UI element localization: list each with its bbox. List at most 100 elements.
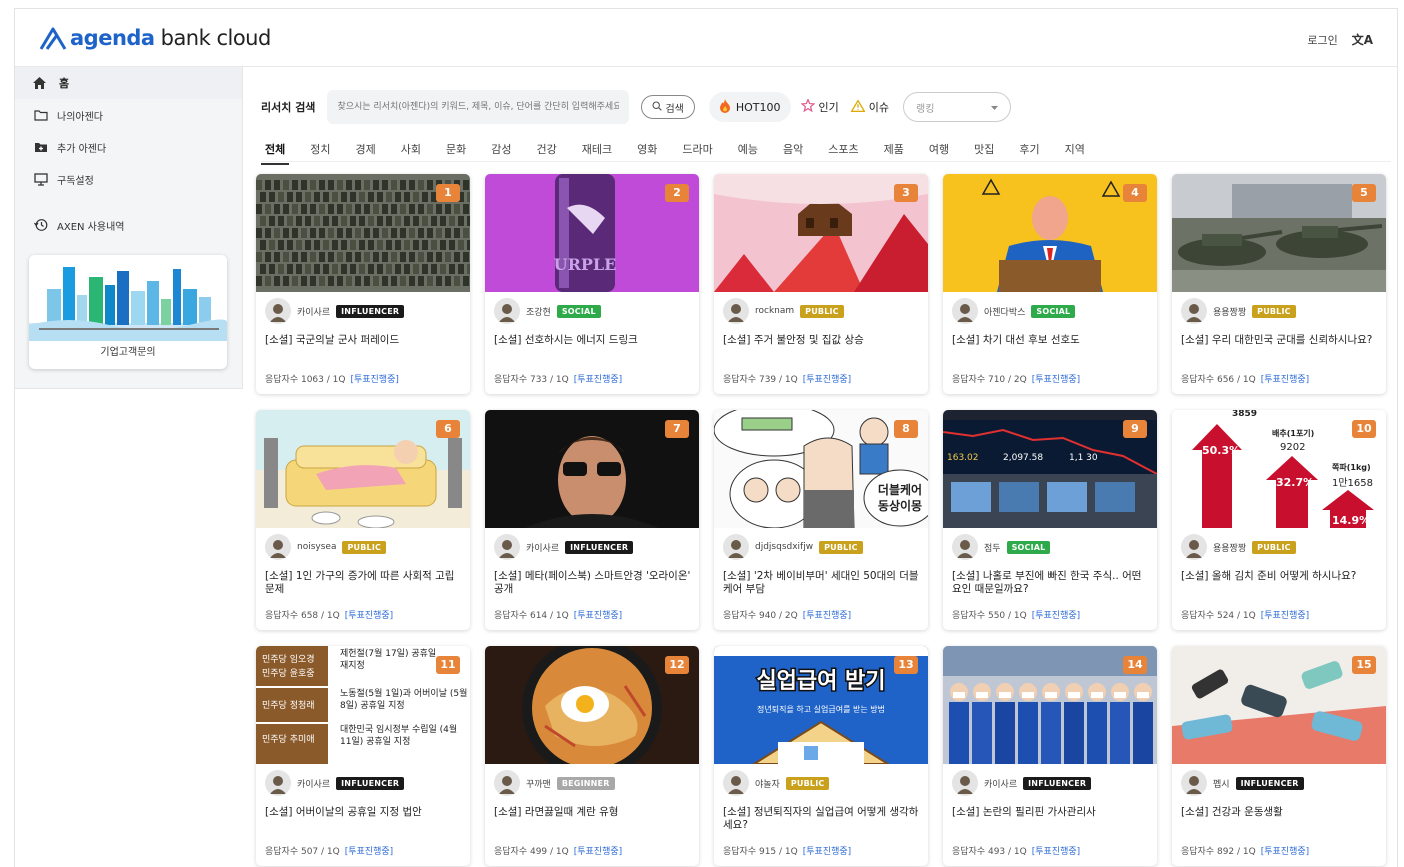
search-input[interactable] xyxy=(327,90,630,124)
agenda-title[interactable]: [소셜] 건강과 운동생활 xyxy=(1181,806,1379,834)
author-avatar xyxy=(723,534,749,560)
agenda-card[interactable]: 7 카이사르 INFLUENCER [소셜] 메타(페이스북) 스마트안경 '오… xyxy=(485,410,699,630)
filter-issue[interactable]: 이슈 xyxy=(850,98,889,115)
login-link[interactable]: 로그인 xyxy=(1307,32,1337,48)
agenda-title[interactable]: [소셜] 우리 대한민국 군대를 신뢰하시나요? xyxy=(1181,334,1379,362)
agenda-card[interactable]: 163.02 2,097.58 1,1 30 9 점두 SOCIAL [소셜] 나홀… xyxy=(943,410,1157,630)
author-avatar xyxy=(1181,770,1207,796)
agenda-title[interactable]: [소셜] 국군의날 군사 퍼레이드 xyxy=(265,334,463,362)
sidebar-item-add-agenda[interactable]: 추가 아젠다 xyxy=(15,131,242,163)
filter-popular[interactable]: 인기 xyxy=(799,97,839,115)
agenda-title[interactable]: [소셜] 논란의 필리핀 가사관리사 xyxy=(952,806,1150,834)
author-name[interactable]: 카이사르 xyxy=(984,777,1017,790)
agenda-stats: 응답자수 507 / 1Q [투표진행중] xyxy=(265,844,393,857)
agenda-title[interactable]: [소셜] 라면끓일때 계란 유형 xyxy=(494,806,692,834)
author-name[interactable]: 카이사르 xyxy=(526,541,559,554)
author-avatar xyxy=(952,534,978,560)
author-name[interactable]: 펩시 xyxy=(1213,777,1230,790)
agenda-card[interactable]: 15 펩시 INFLUENCER [소셜] 건강과 운동생활 응답자수 892 … xyxy=(1172,646,1386,866)
author-name[interactable]: 카이사르 xyxy=(297,777,330,790)
agenda-thumbnail: 5 xyxy=(1172,174,1386,292)
agenda-card[interactable]: 더블케어 동상이몽 8 djdjsqsdxifjw PUBLIC [소셜] '2차… xyxy=(714,410,928,630)
agenda-stats: 응답자수 733 / 1Q [투표진행중] xyxy=(494,372,622,385)
agenda-card[interactable]: 5 용용짱짱 PUBLIC [소셜] 우리 대한민국 군대를 신뢰하시나요? 응… xyxy=(1172,174,1386,394)
agenda-card[interactable]: 1 카이사르 INFLUENCER [소셜] 국군의날 군사 퍼레이드 응답자수… xyxy=(256,174,470,394)
sidebar-item-home[interactable]: 홈 xyxy=(15,67,242,99)
author-avatar xyxy=(952,298,978,324)
agenda-card[interactable]: 12 꾸까맨 BEGINNER [소셜] 라면끓일때 계란 유형 응답자수 49… xyxy=(485,646,699,866)
agenda-card[interactable]: 6 noisysea PUBLIC [소셜] 1인 가구의 증가에 따른 사회적… xyxy=(256,410,470,630)
search-button[interactable]: 검색 xyxy=(641,95,695,119)
vote-status-link[interactable]: [투표진행중] xyxy=(803,611,851,621)
agenda-card-grid: 1 카이사르 INFLUENCER [소셜] 국군의날 군사 퍼레이드 응답자수… xyxy=(256,174,1396,866)
brand-logo[interactable]: agenda bank cloud xyxy=(39,23,271,53)
author-name[interactable]: 점두 xyxy=(984,541,1001,554)
ranking-select[interactable]: 랭킹 xyxy=(903,92,1011,122)
agenda-title[interactable]: [소셜] 선호하시는 에너지 드링크 xyxy=(494,334,692,362)
vote-status-link[interactable]: [투표진행중] xyxy=(574,375,622,385)
agenda-title[interactable]: [소셜] 나홀로 부진에 빠진 한국 주식.. 어떤 요인 때문일까요? xyxy=(952,570,1150,598)
sidebar-home-label: 홈 xyxy=(59,77,70,90)
app-frame: agenda bank cloud 로그인 文A 홈 나의아젠다 추가 아젠다 … xyxy=(14,8,1398,867)
agenda-stats: 응답자수 524 / 1Q [투표진행중] xyxy=(1181,608,1309,621)
vote-status-link[interactable]: [투표진행중] xyxy=(1032,847,1080,857)
agenda-title[interactable]: [소셜] '2차 베이비부머' 세대인 50대의 더블케어 부담 xyxy=(723,570,921,598)
author-name[interactable]: 꾸까맨 xyxy=(526,777,551,790)
vote-status-link[interactable]: [투표진행중] xyxy=(803,847,851,857)
sidebar-item-subscription[interactable]: 구독설정 xyxy=(15,163,242,195)
agenda-thumbnail: 6 xyxy=(256,410,470,528)
agenda-card[interactable]: 실업급여 받기 정년퇴직을 하고 실업급여를 받는 방법 13 야놀자 PUBLI… xyxy=(714,646,928,866)
agenda-stats: 응답자수 550 / 1Q [투표진행중] xyxy=(952,608,1080,621)
agenda-card[interactable]: 3 rocknam PUBLIC [소셜] 주거 불안정 및 집값 상승 응답자… xyxy=(714,174,928,394)
agenda-card[interactable]: 4 아젠다박스 SOCIAL [소셜] 차기 대선 후보 선호도 응답자수 71… xyxy=(943,174,1157,394)
agenda-card[interactable]: 3859 배추(1포기) 50.3% 9202 쪽파(1kg) 32.7% 1만1658 14… xyxy=(1172,410,1386,630)
agenda-thumbnail: 민주당 임오경 민주당 윤호중 민주당 정청래 민주당 추미애 제헌절(7월 17일) … xyxy=(256,646,470,764)
svg-text:163.02: 163.02 xyxy=(947,453,979,463)
vote-status-link[interactable]: [투표진행중] xyxy=(1032,375,1080,385)
author-name[interactable]: 아젠다박스 xyxy=(984,305,1025,318)
author-tier-badge: INFLUENCER xyxy=(336,776,405,790)
filter-hot100[interactable]: HOT100 xyxy=(708,92,791,122)
agenda-title[interactable]: [소셜] 1인 가구의 증가에 따른 사회적 고립 문제 xyxy=(265,570,463,598)
agenda-card[interactable]: 14 카이사르 INFLUENCER [소셜] 논란의 필리핀 가사관리사 응답… xyxy=(943,646,1157,866)
author-name[interactable]: 용용짱짱 xyxy=(1213,541,1246,554)
agenda-stats: 응답자수 892 / 1Q [투표진행중] xyxy=(1181,844,1309,857)
agenda-stats: 응답자수 915 / 1Q [투표진행중] xyxy=(723,844,851,857)
author-name[interactable]: 조강현 xyxy=(526,305,551,318)
vote-status-link[interactable]: [투표진행중] xyxy=(574,611,622,621)
respondent-count: 응답자수 658 / 1Q xyxy=(265,611,340,621)
agenda-title[interactable]: [소셜] 메타(페이스북) 스마트안경 '오라이온' 공개 xyxy=(494,570,692,598)
enterprise-inquiry-card[interactable]: 기업고객문의 xyxy=(29,255,227,369)
vote-status-link[interactable]: [투표진행중] xyxy=(803,375,851,385)
vote-status-link[interactable]: [투표진행중] xyxy=(345,847,393,857)
vote-status-link[interactable]: [투표진행중] xyxy=(1261,375,1309,385)
vote-status-link[interactable]: [투표진행중] xyxy=(350,375,398,385)
author-name[interactable]: 카이사르 xyxy=(297,305,330,318)
author-name[interactable]: noisysea xyxy=(297,542,336,552)
author-name[interactable]: 용용짱짱 xyxy=(1213,305,1246,318)
agenda-title[interactable]: [소셜] 올해 김치 준비 어떻게 하시나요? xyxy=(1181,570,1379,598)
vote-status-link[interactable]: [투표진행중] xyxy=(345,611,393,621)
fire-icon xyxy=(719,98,731,116)
warning-icon xyxy=(850,98,866,115)
agenda-title[interactable]: [소셜] 차기 대선 후보 선호도 xyxy=(952,334,1150,362)
rank-badge: 9 xyxy=(1123,420,1147,438)
translate-icon[interactable]: 文A xyxy=(1352,31,1373,48)
agenda-card[interactable]: URPLE 2 조강현 SOCIAL [소셜] 선호하시는 에너지 드링크 응답… xyxy=(485,174,699,394)
vote-status-link[interactable]: [투표진행중] xyxy=(574,847,622,857)
vote-status-link[interactable]: [투표진행중] xyxy=(1261,611,1309,621)
vote-status-link[interactable]: [투표진행중] xyxy=(1032,611,1080,621)
agenda-title[interactable]: [소셜] 주거 불안정 및 집값 상승 xyxy=(723,334,921,362)
sidebar-item-label: 나의아젠다 xyxy=(57,111,103,123)
agenda-title[interactable]: [소셜] 정년퇴직자의 실업급여 어떻게 생각하세요? xyxy=(723,806,921,834)
author-name[interactable]: rocknam xyxy=(755,306,794,316)
author-name[interactable]: djdjsqsdxifjw xyxy=(755,542,813,552)
sidebar-item-my-agenda[interactable]: 나의아젠다 xyxy=(15,99,242,131)
agenda-card[interactable]: 민주당 임오경 민주당 윤호중 민주당 정청래 민주당 추미애 제헌절(7월 17일) … xyxy=(256,646,470,866)
vote-status-link[interactable]: [투표진행중] xyxy=(1261,847,1309,857)
respondent-count: 응답자수 892 / 1Q xyxy=(1181,847,1256,857)
sidebar-item-axen-history[interactable]: AXEN 사용내역 xyxy=(15,209,242,241)
author-name[interactable]: 야놀자 xyxy=(755,777,780,790)
agenda-stats: 응답자수 658 / 1Q [투표진행중] xyxy=(265,608,393,621)
agenda-title[interactable]: [소셜] 어버이날의 공휴일 지정 법안 xyxy=(265,806,463,834)
